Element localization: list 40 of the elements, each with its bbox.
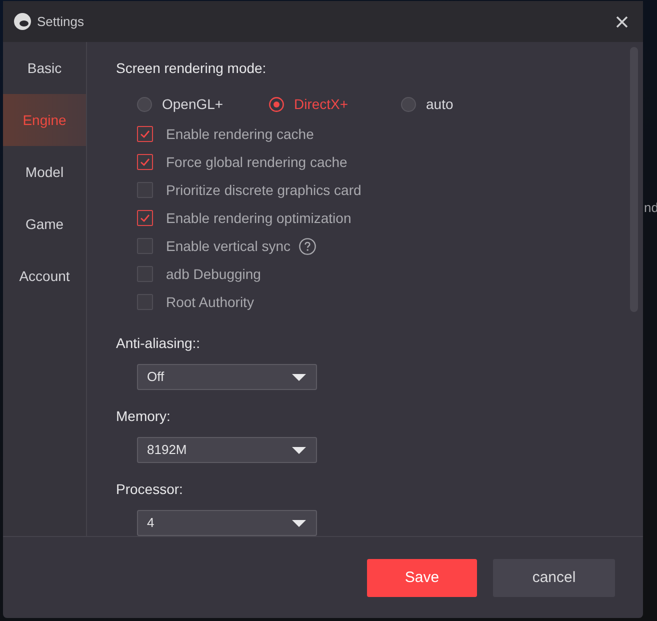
logo-icon [14, 13, 31, 30]
field-label: Anti-aliasing:: [116, 334, 200, 353]
radio-button[interactable] [269, 96, 284, 112]
checkbox[interactable] [137, 210, 153, 226]
checkbox-label: Force global rendering cache [166, 153, 348, 172]
checkbox-label: Enable rendering cache [166, 125, 314, 144]
sidebar-item[interactable]: Basic [3, 42, 86, 94]
field-label: Processor: [116, 480, 183, 499]
checkbox-label: Root Authority [166, 293, 254, 312]
close-icon [616, 16, 628, 28]
window-title: Settings [37, 12, 84, 31]
checkbox[interactable] [137, 182, 153, 198]
sidebar-item[interactable]: Model [3, 146, 86, 198]
checkbox[interactable] [137, 154, 153, 170]
sidebar-item[interactable]: Account [3, 250, 86, 302]
checkbox-label: Enable rendering optimization [166, 209, 352, 228]
help-icon[interactable] [298, 238, 316, 254]
checkbox-label: Enable vertical sync [166, 237, 291, 256]
caret-icon [292, 446, 306, 454]
radio-label: DirectX+ [294, 95, 348, 114]
checkbox-label: Prioritize discrete graphics card [166, 181, 362, 200]
checkbox[interactable] [137, 266, 153, 282]
checkbox[interactable] [137, 238, 153, 254]
checkbox-label: adb Debugging [166, 265, 261, 284]
radio-button[interactable] [401, 96, 416, 112]
caret-icon [292, 374, 306, 380]
checkbox[interactable] [137, 294, 153, 310]
checkbox[interactable] [137, 126, 153, 142]
close-button[interactable] [616, 16, 628, 28]
cancel-button[interactable]: cancel [493, 559, 615, 597]
radio-label: OpenGL+ [162, 95, 224, 114]
section-heading: Screen rendering mode: [116, 59, 266, 78]
field-label: Memory: [116, 407, 170, 426]
radio-button[interactable] [137, 96, 152, 112]
dropdown[interactable]: 4 [137, 510, 317, 536]
caret-icon [292, 520, 306, 526]
dropdown[interactable]: Off [137, 364, 317, 390]
dropdown[interactable]: 8192M [137, 437, 317, 463]
radio-label: auto [426, 95, 454, 114]
sidebar-item[interactable]: Game [3, 198, 86, 250]
